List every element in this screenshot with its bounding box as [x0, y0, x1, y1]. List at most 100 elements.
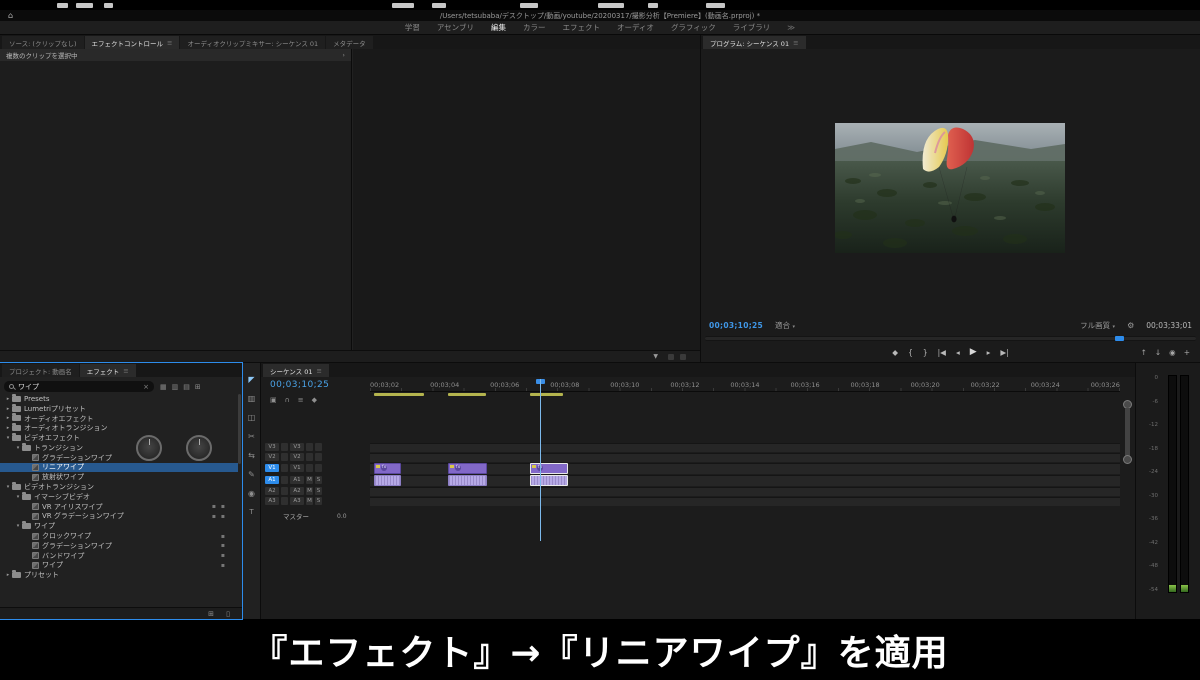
step-forward-button[interactable]: ▸: [987, 348, 991, 357]
tree-effect-radial-wipe[interactable]: 放射状ワイプ: [0, 472, 238, 482]
delete-icon[interactable]: ▯: [226, 610, 230, 618]
source-patch[interactable]: V3: [265, 443, 279, 451]
panel-menu-icon[interactable]: ≡: [167, 39, 172, 47]
sync-lock-icon[interactable]: [306, 443, 313, 451]
audio-clip-1[interactable]: [374, 475, 401, 486]
tab-project[interactable]: プロジェクト: 動画名: [2, 364, 79, 377]
go-to-in-button[interactable]: |◀: [938, 348, 946, 357]
filter-yuv-icon[interactable]: ▤: [183, 383, 190, 391]
hand-tool-icon[interactable]: ◉: [248, 489, 255, 498]
linked-selection-icon[interactable]: ≡: [298, 396, 304, 404]
source-patch[interactable]: V2: [265, 453, 279, 461]
scrollbar-handle[interactable]: [1125, 408, 1130, 456]
lock-icon[interactable]: [281, 497, 288, 505]
tree-folder-lumetri-presets[interactable]: ▸ Lumetriプリセット: [0, 403, 238, 414]
lock-icon[interactable]: [281, 453, 288, 461]
current-timecode[interactable]: 00;03;10;25: [709, 321, 763, 330]
track-visibility-icon[interactable]: [315, 464, 322, 472]
tree-effect-linear-wipe[interactable]: リニアワイプ: [0, 462, 238, 473]
track-name-button[interactable]: A1: [290, 476, 304, 484]
video-clip-2[interactable]: fx: [448, 463, 487, 474]
tab-audio-clip-mixer[interactable]: オーディオクリップミキサー: シーケンス 01: [180, 36, 326, 49]
snap-icon[interactable]: ∩: [285, 396, 290, 404]
mark-in-button[interactable]: {: [908, 348, 913, 357]
tree-folder-presets-jp[interactable]: ▸ プリセット: [0, 570, 238, 580]
workspace-tab-editing[interactable]: 編集: [491, 22, 506, 33]
monitor-settings-icon[interactable]: ⚙: [1127, 321, 1134, 330]
add-marker-button[interactable]: ◆: [892, 348, 898, 357]
audio-clip-2[interactable]: [448, 475, 487, 486]
track-name-button[interactable]: A3: [290, 497, 304, 505]
disclosure-icon[interactable]: ▸: [4, 396, 12, 402]
new-custom-bin-icon[interactable]: ⊞: [195, 383, 201, 391]
workspace-tab-libraries[interactable]: ライブラリ: [733, 22, 771, 33]
workspace-tab-color[interactable]: カラー: [523, 22, 546, 33]
workspace-tab-audio[interactable]: オーディオ: [617, 22, 654, 33]
solo-button[interactable]: S: [315, 487, 322, 495]
tree-effect-vr-gradient-wipe[interactable]: VR グラデーションワイプ ▪▪: [0, 512, 238, 522]
razor-tool-icon[interactable]: ✂: [248, 432, 255, 441]
disclosure-icon[interactable]: ▸: [4, 415, 12, 421]
solo-button[interactable]: S: [315, 497, 322, 505]
chevron-right-icon[interactable]: ›: [342, 51, 345, 59]
step-back-button[interactable]: ◂: [956, 348, 960, 357]
track-select-tool-icon[interactable]: ▥: [248, 394, 256, 403]
selection-tool-icon[interactable]: ◤: [248, 375, 254, 384]
tree-folder-presets-en[interactable]: ▸ Presets: [0, 394, 238, 404]
track-visibility-icon[interactable]: [315, 453, 322, 461]
effects-search-input[interactable]: ワイプ ×: [4, 381, 154, 392]
tree-transition-band-wipe[interactable]: バンドワイプ ▪: [0, 551, 238, 561]
export-frame-button[interactable]: ◉: [1169, 348, 1176, 357]
track-name-button[interactable]: V3: [290, 443, 304, 451]
tree-folder-audio-transitions[interactable]: ▸ オーディオトランジション: [0, 423, 238, 433]
track-visibility-icon[interactable]: [315, 443, 322, 451]
tree-transition-gradient-wipe[interactable]: グラデーションワイプ ▪: [0, 541, 238, 551]
tree-folder-video-transitions[interactable]: ▾ ビデオトランジション: [0, 482, 238, 492]
source-patch[interactable]: A1: [265, 476, 279, 484]
solo-button[interactable]: S: [315, 476, 322, 484]
scroll-zoom-handle-bottom[interactable]: [1123, 455, 1132, 464]
workspace-tab-assembly[interactable]: アセンブリ: [437, 22, 474, 33]
panel-menu-icon[interactable]: ≡: [793, 39, 798, 47]
mute-button[interactable]: M: [306, 487, 313, 495]
nest-sequence-icon[interactable]: ▣: [270, 396, 277, 404]
tree-folder-wipe[interactable]: ▾ ワイプ: [0, 521, 238, 531]
playhead-line[interactable]: [540, 379, 541, 541]
tree-transition-clock-wipe[interactable]: クロックワイプ ▪: [0, 531, 238, 541]
panel-menu-icon[interactable]: ≡: [317, 367, 322, 375]
mark-out-button[interactable]: }: [923, 348, 928, 357]
workspace-tab-learning[interactable]: 学習: [405, 22, 420, 33]
sync-lock-icon[interactable]: [306, 453, 313, 461]
workspace-tab-effects[interactable]: エフェクト: [562, 22, 600, 33]
master-track-header[interactable]: マスター 0.0: [265, 511, 368, 522]
tree-transition-wipe[interactable]: ワイプ ▪: [0, 561, 238, 571]
home-icon[interactable]: ⌂: [8, 10, 13, 21]
video-clip-3-selected[interactable]: fx: [530, 463, 568, 474]
tab-source-monitor[interactable]: ソース: (クリップなし): [2, 36, 84, 49]
type-tool-icon[interactable]: T: [249, 508, 253, 516]
extract-button[interactable]: ↓: [1155, 348, 1161, 357]
tab-metadata[interactable]: メタデータ: [326, 36, 373, 49]
lock-icon[interactable]: [281, 464, 288, 472]
tab-effects[interactable]: エフェクト ≡: [79, 364, 136, 377]
source-patch[interactable]: V1: [265, 464, 279, 472]
lift-button[interactable]: ↑: [1141, 348, 1147, 357]
tab-effect-controls[interactable]: エフェクトコントロール ≡: [84, 36, 180, 49]
disclosure-icon[interactable]: ▾: [4, 484, 12, 490]
tree-folder-audio-effects[interactable]: ▸ オーディオエフェクト: [0, 413, 238, 424]
new-bin-icon[interactable]: ⊞: [208, 610, 214, 618]
track-name-button[interactable]: A2: [290, 487, 304, 495]
workspace-overflow-icon[interactable]: ≫: [787, 23, 795, 32]
lock-icon[interactable]: [281, 443, 288, 451]
tree-effect-vr-iris-wipe[interactable]: VR アイリスワイプ ▪▪: [0, 502, 238, 512]
tab-sequence-01[interactable]: シーケンス 01 ≡: [263, 364, 329, 377]
zoom-level-select[interactable]: 適合 ▾: [775, 320, 795, 331]
filter-accelerated-icon[interactable]: ▦: [160, 383, 167, 391]
lock-icon[interactable]: [281, 476, 288, 484]
timeline-timecode[interactable]: 00;03;10;25: [270, 380, 329, 390]
play-button[interactable]: ▶: [970, 347, 977, 357]
slip-tool-icon[interactable]: ⇆: [248, 451, 255, 460]
source-patch[interactable]: A2: [265, 487, 279, 495]
track-name-button[interactable]: V2: [290, 453, 304, 461]
track-lane-a3[interactable]: [370, 497, 1120, 506]
